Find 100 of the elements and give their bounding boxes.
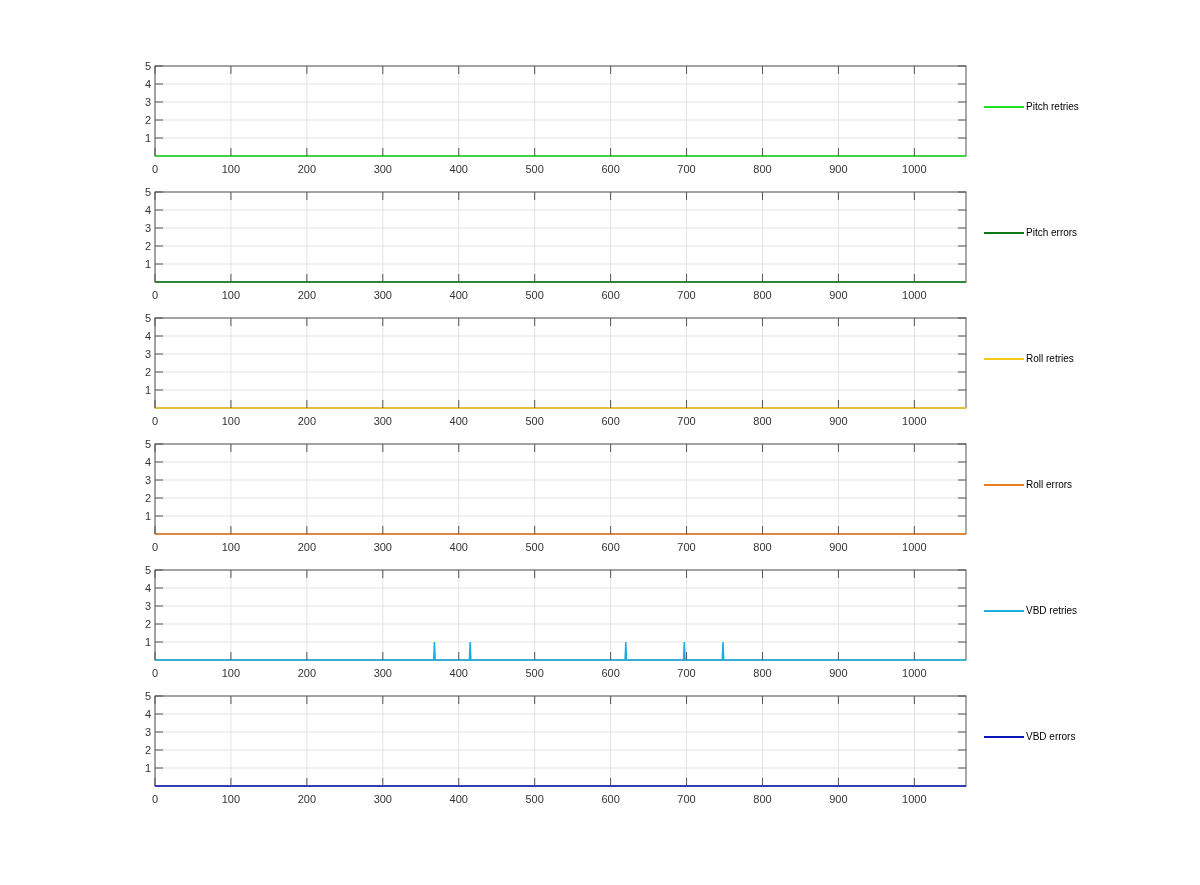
y-tick-label: 1 xyxy=(144,258,151,270)
y-tick-label: 5 xyxy=(144,438,151,450)
x-tick-label: 0 xyxy=(151,667,159,679)
x-tick-label: 0 xyxy=(151,793,159,805)
x-tick-label: 1000 xyxy=(902,163,927,175)
x-tick-label: 500 xyxy=(525,163,544,175)
y-tick-label: 3 xyxy=(144,348,151,360)
y-tick-label: 4 xyxy=(144,456,151,468)
y-tick-label: 5 xyxy=(144,564,151,576)
y-tick-label: 3 xyxy=(144,474,151,486)
x-tick-label: 900 xyxy=(829,163,848,175)
x-tick-label: 0 xyxy=(151,163,159,175)
y-tick-label: 4 xyxy=(144,204,151,216)
x-tick-label: 100 xyxy=(221,667,241,679)
x-tick-label: 700 xyxy=(677,163,696,175)
y-tick-label: 1 xyxy=(144,132,151,144)
x-tick-label: 1000 xyxy=(902,667,927,679)
x-tick-label: 200 xyxy=(297,289,317,301)
x-tick-label: 500 xyxy=(525,541,544,553)
y-tick-label: 2 xyxy=(144,114,151,126)
y-tick-label: 4 xyxy=(144,330,151,342)
x-tick-label: 300 xyxy=(373,667,392,679)
x-tick-label: 300 xyxy=(373,163,392,175)
x-tick-label: 900 xyxy=(829,415,848,427)
legend-label: VBD retries xyxy=(1026,604,1078,618)
y-tick-label: 5 xyxy=(144,690,151,702)
y-tick-label: 4 xyxy=(144,78,151,90)
x-tick-label: 0 xyxy=(151,541,159,553)
x-tick-label: 900 xyxy=(829,541,848,553)
legend-label: VBD errors xyxy=(1026,730,1076,744)
y-tick-label: 4 xyxy=(144,708,151,720)
y-tick-label: 5 xyxy=(144,312,151,324)
x-tick-label: 800 xyxy=(753,793,772,805)
y-tick-label: 2 xyxy=(144,366,151,378)
x-tick-label: 1000 xyxy=(902,289,927,301)
y-tick-label: 5 xyxy=(144,186,151,198)
x-tick-label: 100 xyxy=(221,541,241,553)
y-tick-label: 2 xyxy=(144,492,151,504)
x-tick-label: 600 xyxy=(601,163,620,175)
y-tick-label: 5 xyxy=(144,60,151,72)
x-tick-label: 800 xyxy=(753,415,772,427)
x-tick-label: 800 xyxy=(753,163,772,175)
x-tick-label: 100 xyxy=(221,289,241,301)
y-tick-label: 1 xyxy=(144,636,151,648)
x-tick-label: 200 xyxy=(297,163,317,175)
y-tick-label: 3 xyxy=(144,726,151,738)
x-tick-label: 200 xyxy=(297,415,317,427)
y-tick-label: 2 xyxy=(144,618,151,630)
x-tick-label: 400 xyxy=(449,541,468,553)
x-tick-label: 500 xyxy=(525,667,544,679)
x-tick-label: 1000 xyxy=(902,541,927,553)
x-tick-label: 700 xyxy=(677,415,696,427)
x-tick-label: 200 xyxy=(297,541,317,553)
x-tick-label: 100 xyxy=(221,415,241,427)
x-tick-label: 400 xyxy=(449,163,468,175)
x-tick-label: 300 xyxy=(373,541,392,553)
legend-label: Roll retries xyxy=(1026,352,1074,366)
x-tick-label: 100 xyxy=(221,793,241,805)
x-tick-label: 600 xyxy=(601,289,620,301)
x-tick-label: 0 xyxy=(151,289,159,301)
y-tick-label: 3 xyxy=(144,222,151,234)
x-tick-label: 100 xyxy=(221,163,241,175)
x-tick-label: 900 xyxy=(829,793,848,805)
x-tick-label: 0 xyxy=(151,415,159,427)
x-tick-label: 400 xyxy=(449,415,468,427)
x-tick-label: 200 xyxy=(297,667,317,679)
x-tick-label: 800 xyxy=(753,667,772,679)
x-tick-label: 500 xyxy=(525,289,544,301)
y-tick-label: 1 xyxy=(144,510,151,522)
legend-label: Pitch retries xyxy=(1026,100,1079,114)
x-tick-label: 200 xyxy=(297,793,317,805)
x-tick-label: 400 xyxy=(449,793,468,805)
x-tick-label: 300 xyxy=(373,289,392,301)
x-tick-label: 300 xyxy=(373,415,392,427)
legend-label: Roll errors xyxy=(1026,478,1073,492)
x-tick-label: 500 xyxy=(525,793,544,805)
x-tick-label: 600 xyxy=(601,541,620,553)
x-tick-label: 700 xyxy=(677,289,696,301)
x-tick-label: 900 xyxy=(829,667,848,679)
x-tick-label: 900 xyxy=(829,289,848,301)
y-tick-label: 1 xyxy=(144,384,151,396)
x-tick-label: 800 xyxy=(753,289,772,301)
x-tick-label: 600 xyxy=(601,667,620,679)
x-tick-label: 400 xyxy=(449,289,468,301)
x-tick-label: 700 xyxy=(677,541,696,553)
x-tick-label: 700 xyxy=(677,793,696,805)
x-tick-label: 700 xyxy=(677,667,696,679)
legend-label: Pitch errors xyxy=(1026,226,1078,240)
x-tick-label: 400 xyxy=(449,667,468,679)
y-tick-label: 3 xyxy=(144,96,151,108)
x-tick-label: 1000 xyxy=(902,415,927,427)
x-tick-label: 1000 xyxy=(902,793,927,805)
x-tick-label: 600 xyxy=(601,415,620,427)
x-tick-label: 500 xyxy=(525,415,544,427)
y-tick-label: 2 xyxy=(144,240,151,252)
y-tick-label: 3 xyxy=(144,600,151,612)
x-tick-label: 300 xyxy=(373,793,392,805)
y-tick-label: 4 xyxy=(144,582,151,594)
y-tick-label: 1 xyxy=(144,762,151,774)
x-tick-label: 600 xyxy=(601,793,620,805)
